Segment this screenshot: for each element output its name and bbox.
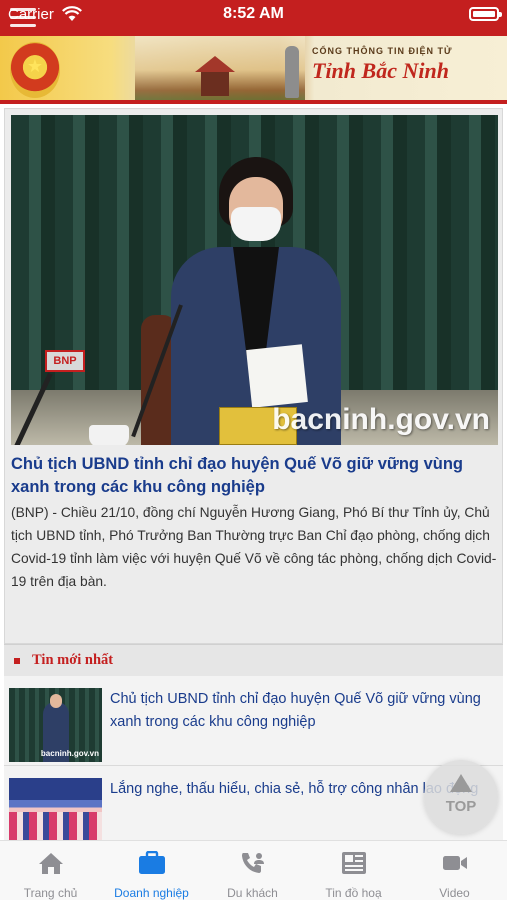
news-title[interactable]: Chủ tịch UBND tỉnh chỉ đạo huyện Quế Võ … (110, 688, 498, 734)
featured-article[interactable]: BNP bacninh.gov.vn Chủ tịch UBND tỉnh ch… (4, 108, 503, 644)
tab-tin-do-hoa[interactable]: Tin đồ hoạ (303, 841, 404, 900)
thumbnail-watermark: bacninh.gov.vn (40, 749, 99, 758)
featured-title[interactable]: Chủ tịch UBND tỉnh chỉ đạo huyện Quế Võ … (11, 453, 498, 499)
list-item[interactable]: bacninh.gov.vn Chủ tịch UBND tỉnh chỉ đạ… (4, 676, 503, 766)
news-thumbnail[interactable] (9, 778, 102, 840)
scroll-top-label: TOP (445, 798, 477, 815)
tab-bar: Trang chủ Doanh nghiệp Du khách Tin đồ h… (0, 840, 507, 900)
scroll-top-button[interactable]: TOP (424, 760, 498, 834)
arrow-up-icon (450, 774, 472, 792)
bullet-icon (14, 658, 20, 664)
briefcase-icon (139, 851, 165, 875)
status-bar: Carrier 8:52 AM (0, 0, 507, 36)
portal-banner[interactable]: ★ CỔNG THÔNG TIN ĐIỆN TỬ Tỉnh Bắc Ninh (0, 36, 507, 104)
statue-icon (285, 46, 299, 98)
news-thumbnail[interactable]: bacninh.gov.vn (9, 688, 102, 762)
home-icon (38, 851, 64, 875)
battery-icon (469, 7, 502, 21)
banner-title: Tỉnh Bắc Ninh (312, 58, 449, 83)
banner-subtitle: CỔNG THÔNG TIN ĐIỆN TỬ (312, 46, 453, 56)
microphone-logo: BNP (45, 350, 85, 372)
news-feed[interactable]: BNP bacninh.gov.vn Chủ tịch UBND tỉnh ch… (0, 104, 507, 840)
phone-person-icon (240, 851, 266, 875)
status-time: 8:52 AM (223, 5, 284, 22)
national-emblem-icon: ★ (10, 42, 60, 98)
photo-watermark: bacninh.gov.vn (272, 403, 490, 436)
tab-label: Doanh nghiệp (114, 886, 189, 900)
tab-label: Video (439, 886, 470, 900)
latest-news-header: Tin mới nhất (4, 644, 503, 676)
tab-label: Tin đồ hoạ (325, 886, 382, 900)
tab-du-khach[interactable]: Du khách (202, 841, 303, 900)
tab-label: Trang chủ (23, 886, 78, 900)
latest-news-heading: Tin mới nhất (32, 652, 114, 668)
speaker-figure (171, 157, 341, 445)
featured-photo[interactable]: BNP bacninh.gov.vn (11, 115, 498, 445)
video-camera-icon (442, 851, 468, 875)
newspaper-icon (341, 851, 367, 875)
tab-doanh-nghiep[interactable]: Doanh nghiệp (101, 841, 202, 900)
tab-trang-chu[interactable]: Trang chủ (0, 841, 101, 900)
featured-description: (BNP) - Chiều 21/10, đồng chí Nguyễn Hươ… (11, 505, 497, 589)
tab-video[interactable]: Video (404, 841, 505, 900)
tab-label: Du khách (227, 886, 278, 900)
